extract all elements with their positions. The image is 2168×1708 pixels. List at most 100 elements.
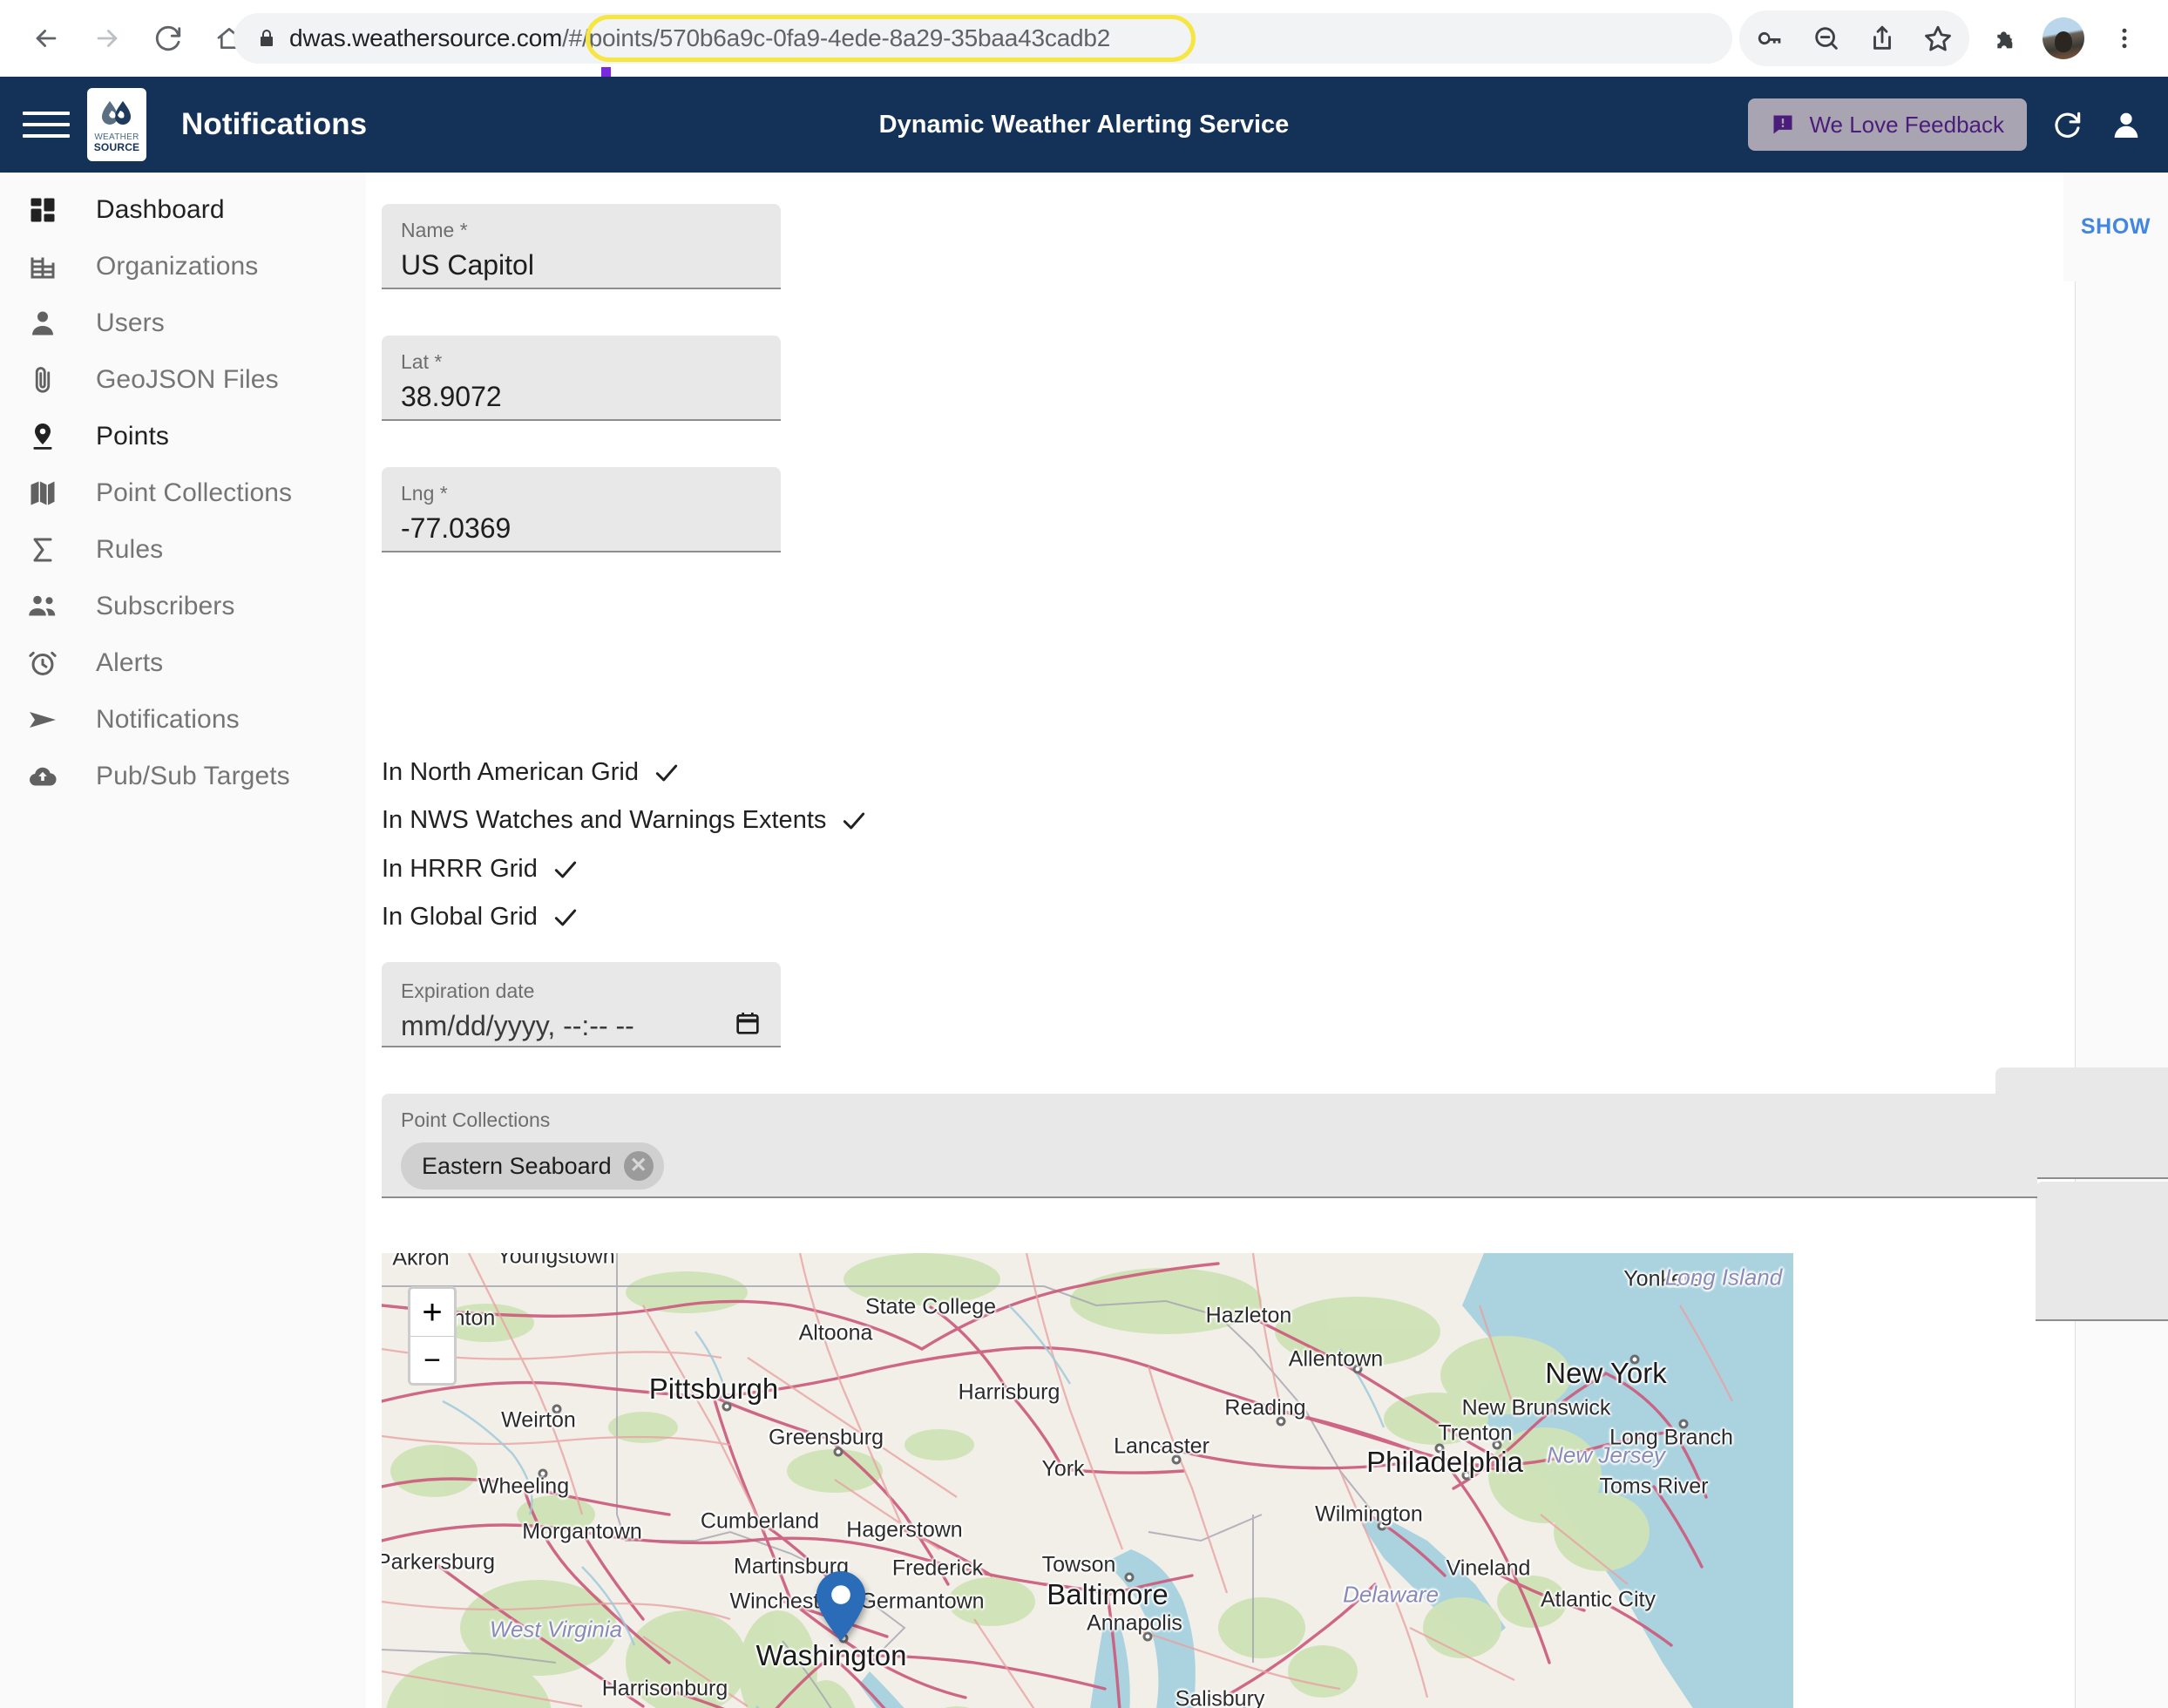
grid-status-label: In HRRR Grid: [382, 855, 538, 883]
reload-icon[interactable]: [141, 11, 195, 65]
forward-arrow-icon[interactable]: [80, 11, 134, 65]
name-field-label: Name *: [401, 219, 468, 241]
logo-text-source: SOURCE: [93, 141, 140, 153]
zoom-out-icon[interactable]: [1799, 10, 1854, 66]
browser-toolbar-actions: [1739, 10, 2152, 66]
location-map[interactable]: Akron Youngstown Canton State College Altoon…: [382, 1253, 1793, 1708]
remove-chip-icon[interactable]: ✕: [623, 1151, 654, 1181]
header-section-label: Notifications: [181, 107, 368, 141]
cut-off-field-bottom[interactable]: [2036, 1182, 2168, 1321]
location-marker[interactable]: [816, 1571, 866, 1645]
browser-nav-buttons: [0, 11, 256, 65]
name-field-value: US Capitol: [401, 249, 534, 281]
zoom-in-button[interactable]: +: [410, 1289, 454, 1336]
sidebar-item-pubsub-targets[interactable]: Pub/Sub Targets: [0, 748, 366, 804]
lng-field-label: Lng *: [401, 482, 448, 505]
lat-field[interactable]: Lat * 38.9072: [382, 336, 781, 421]
sidebar-item-point-collections[interactable]: Point Collections: [0, 464, 366, 521]
we-love-feedback-button[interactable]: We Love Feedback: [1748, 98, 2027, 151]
browser-toolbar: dwas.weathersource.com/#/points/570b6a9c…: [0, 0, 2168, 77]
sigma-icon: [19, 534, 66, 566]
address-bar[interactable]: dwas.weathersource.com/#/points/570b6a9c…: [234, 13, 1732, 64]
back-arrow-icon[interactable]: [19, 11, 73, 65]
app-header: WEATHER SOURCE Notifications Dynamic Wea…: [0, 77, 2168, 173]
chip-label: Eastern Seaboard: [422, 1152, 612, 1179]
map-tiles: [382, 1253, 1793, 1708]
sidebar-item-label: Point Collections: [96, 478, 293, 507]
name-field[interactable]: Name * US Capitol: [382, 204, 781, 289]
sidebar-item-points[interactable]: Points: [0, 408, 366, 464]
lng-field[interactable]: Lng * -77.0369: [382, 467, 781, 552]
lock-icon: [256, 28, 277, 49]
feedback-chat-icon: [1771, 112, 1795, 137]
send-paper-plane-icon: [19, 704, 66, 735]
checkmark-icon: [653, 759, 681, 787]
sidebar-item-label: GeoJSON Files: [96, 364, 279, 394]
sidebar-item-rules[interactable]: Rules: [0, 521, 366, 578]
sidebar-navigation: Dashboard Organizations Users GeoJSON Fi…: [0, 173, 366, 1708]
alarm-clock-icon: [19, 647, 66, 679]
grid-status-global: In Global Grid: [382, 903, 579, 932]
checkmark-icon: [840, 807, 868, 835]
grid-status-label: In Global Grid: [382, 903, 538, 931]
expiration-date-label: Expiration date: [401, 979, 535, 1002]
checkmark-icon: [552, 856, 579, 884]
sidebar-item-label: Alerts: [96, 647, 164, 677]
browser-menu-icon[interactable]: [2097, 10, 2152, 66]
grid-status-hrrr: In HRRR Grid: [382, 855, 579, 884]
calendar-icon[interactable]: [734, 1009, 762, 1037]
password-key-icon[interactable]: [1743, 10, 1799, 66]
grid-status-label: In North American Grid: [382, 758, 639, 786]
point-collection-chip[interactable]: Eastern Seaboard ✕: [401, 1142, 664, 1190]
lat-field-label: Lat *: [401, 350, 443, 373]
point-collections-label: Point Collections: [401, 1108, 551, 1131]
avatar: [2043, 17, 2084, 59]
point-collections-field[interactable]: Point Collections Eastern Seaboard ✕: [382, 1094, 2037, 1198]
zoom-out-button[interactable]: −: [410, 1336, 454, 1383]
sidebar-item-dashboard[interactable]: Dashboard: [0, 181, 366, 238]
sidebar-item-users[interactable]: Users: [0, 295, 366, 351]
url-domain: dwas.weathersource.com: [289, 24, 563, 51]
sidebar-item-alerts[interactable]: Alerts: [0, 634, 366, 691]
url-path: /#/points/570b6a9c-0fa9-4ede-8a29-35baa4…: [562, 24, 1111, 51]
refresh-icon[interactable]: [2051, 108, 2084, 141]
map-folded-icon: [19, 478, 66, 509]
hamburger-menu-icon[interactable]: [23, 105, 70, 144]
extensions-puzzle-icon[interactable]: [1975, 10, 2030, 66]
lng-field-value: -77.0369: [401, 512, 512, 544]
weather-source-logo: WEATHER SOURCE: [87, 88, 146, 161]
attachment-clip-icon: [19, 364, 66, 396]
header-actions: We Love Feedback: [1748, 98, 2144, 151]
profile-avatar[interactable]: [2036, 10, 2091, 66]
droplet-swirl-icon: [102, 101, 131, 125]
account-circle-icon[interactable]: [2109, 107, 2144, 142]
sidebar-item-label: Subscribers: [96, 591, 235, 620]
grid-status-label: In NWS Watches and Warnings Extents: [382, 806, 827, 834]
people-group-icon: [19, 591, 66, 622]
sidebar-item-geojson-files[interactable]: GeoJSON Files: [0, 351, 366, 408]
grid-status-north-american: In North American Grid: [382, 758, 681, 787]
bookmark-star-icon[interactable]: [1910, 10, 1966, 66]
sidebar-item-notifications[interactable]: Notifications: [0, 691, 366, 748]
lat-field-value: 38.9072: [401, 381, 502, 412]
sidebar-item-label: Notifications: [96, 704, 240, 734]
sidebar-item-organizations[interactable]: Organizations: [0, 238, 366, 295]
dashboard-icon: [19, 194, 66, 226]
sidebar-item-label: Organizations: [96, 251, 259, 281]
omnibox-actions-group: [1739, 10, 1969, 66]
show-button[interactable]: SHOW: [2081, 214, 2151, 240]
sidebar-item-label: Users: [96, 308, 165, 337]
point-detail-form: SHOW Name * US Capitol Lat * 38.9072 Lng…: [366, 173, 2168, 1708]
show-panel: SHOW: [2063, 173, 2168, 281]
right-side-panel: [2075, 173, 2168, 1708]
expiration-date-field[interactable]: Expiration date mm/dd/yyyy, --:-- --: [382, 962, 781, 1047]
map-pin-icon: [19, 421, 66, 452]
organizations-icon: [19, 251, 66, 282]
expiration-date-value: mm/dd/yyyy, --:-- --: [401, 1010, 634, 1041]
sidebar-item-label: Points: [96, 421, 169, 451]
cloud-upload-icon: [19, 761, 66, 792]
share-icon[interactable]: [1854, 10, 1910, 66]
sidebar-item-label: Dashboard: [96, 194, 225, 224]
sidebar-item-label: Pub/Sub Targets: [96, 761, 290, 790]
sidebar-item-subscribers[interactable]: Subscribers: [0, 578, 366, 634]
